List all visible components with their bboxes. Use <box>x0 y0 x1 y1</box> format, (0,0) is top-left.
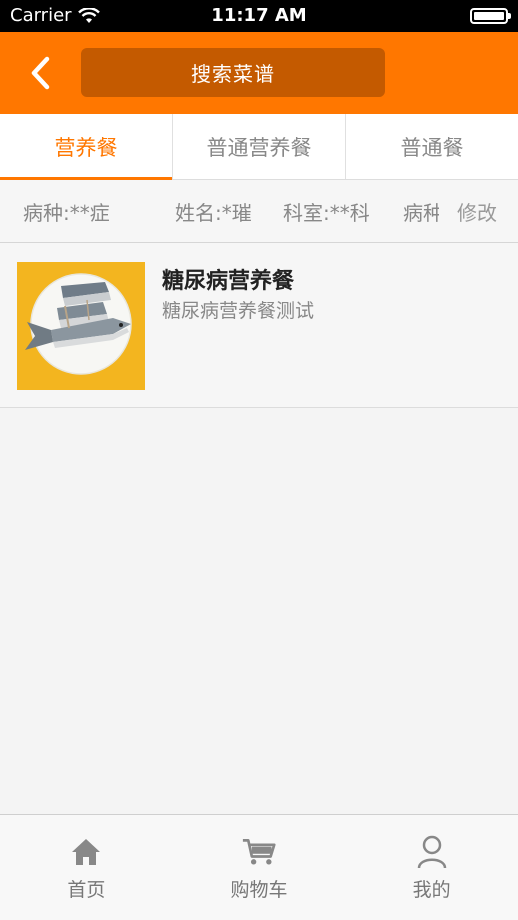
recipe-description: 糖尿病营养餐测试 <box>162 300 315 322</box>
disease-label: 病种:**症 <box>23 201 110 225</box>
chevron-left-icon <box>31 56 50 90</box>
tab-regular-meal[interactable]: 普通餐 <box>346 114 518 179</box>
back-button[interactable] <box>16 50 64 96</box>
search-recipes-button[interactable]: 搜索菜谱 <box>81 48 385 97</box>
tab-cart-label: 购物车 <box>230 879 288 901</box>
tab-home-label: 首页 <box>67 879 106 901</box>
search-recipes-label: 搜索菜谱 <box>191 62 275 86</box>
tab-nutrition-meal[interactable]: 营养餐 <box>0 114 173 180</box>
tab-cart[interactable]: 购物车 <box>173 815 346 920</box>
recipe-thumbnail <box>17 262 145 390</box>
recipe-list: 糖尿病营养餐 糖尿病营养餐测试 <box>0 243 518 408</box>
tab-home[interactable]: 首页 <box>0 815 173 920</box>
tab-label: 营养餐 <box>54 135 118 160</box>
nav-bar: 搜索菜谱 <box>0 32 518 114</box>
battery-icon <box>470 8 511 24</box>
bottom-tab-bar: 首页 购物车 我的 <box>0 814 518 920</box>
tab-profile[interactable]: 我的 <box>345 815 518 920</box>
disease-secondary-label: 病种 <box>403 201 439 225</box>
status-time: 11:17 AM <box>211 5 307 26</box>
meal-type-tabs: 营养餐 普通营养餐 普通餐 <box>0 114 518 180</box>
user-icon <box>417 835 446 869</box>
department-label: 科室:**科 <box>283 201 370 225</box>
tab-label: 普通餐 <box>400 135 464 160</box>
tab-profile-label: 我的 <box>412 879 451 901</box>
status-bar: Carrier 11:17 AM <box>0 0 518 32</box>
list-item[interactable]: 糖尿病营养餐 糖尿病营养餐测试 <box>0 243 518 408</box>
patient-name-label: 姓名:*璀 <box>175 201 252 225</box>
recipe-title: 糖尿病营养餐 <box>162 269 295 294</box>
tab-label: 普通营养餐 <box>206 135 312 160</box>
tab-regular-nutrition-meal[interactable]: 普通营养餐 <box>173 114 346 179</box>
home-icon <box>72 839 101 865</box>
patient-info-bar: 病种:**症 姓名:*璀 科室:**科 病种 修改 <box>0 180 518 243</box>
edit-button[interactable]: 修改 <box>457 197 513 226</box>
cart-icon <box>242 839 276 865</box>
